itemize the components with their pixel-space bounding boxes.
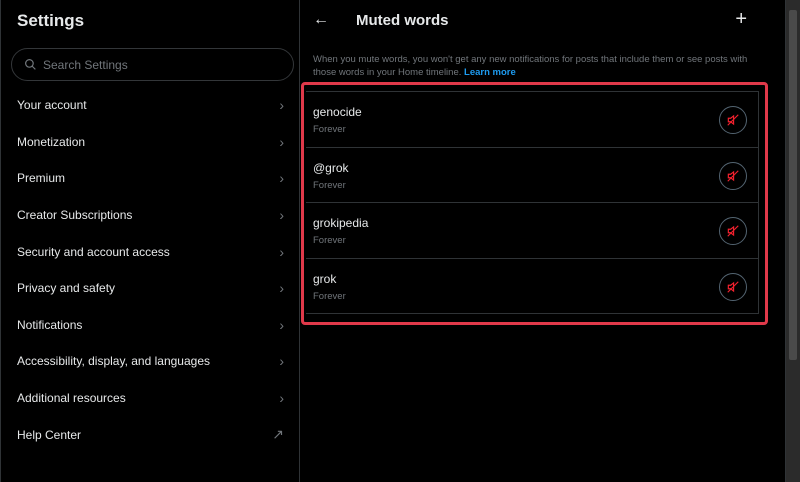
mute-duration: Forever [313, 235, 346, 247]
sidebar-item-creator-subscriptions[interactable]: Creator Subscriptions › [1, 197, 300, 234]
sidebar-item-help-center[interactable]: Help Center ↗ [1, 416, 300, 453]
chevron-right-icon: › [279, 170, 284, 187]
scrollbar-thumb[interactable] [789, 10, 797, 360]
muted-word: genocide [313, 105, 362, 119]
chevron-right-icon: › [279, 243, 284, 260]
sidebar-item-your-account[interactable]: Your account › [1, 87, 300, 124]
sidebar-item-label: Creator Subscriptions [17, 208, 133, 223]
chevron-right-icon: › [279, 280, 284, 297]
sidebar-item-label: Additional resources [17, 391, 126, 406]
sidebar-item-accessibility-display-and-languages[interactable]: Accessibility, display, and languages › [1, 343, 300, 380]
sidebar-item-label: Help Center [17, 427, 82, 442]
sidebar-item-label: Monetization [17, 134, 86, 149]
sidebar-item-label: Premium [17, 171, 66, 186]
chevron-right-icon: › [279, 390, 284, 407]
muted-word: grokipedia [313, 216, 369, 231]
sidebar-item-label: Your account [17, 98, 87, 113]
speaker-muted-icon [727, 281, 739, 293]
external-arrow-icon: ↗ [272, 426, 284, 443]
sidebar-item-label: Privacy and safety [17, 281, 116, 296]
chevron-right-icon: › [279, 207, 284, 224]
sidebar-item-label: Accessibility, display, and languages [17, 354, 210, 369]
sidebar-item-label: Security and account access [17, 244, 170, 259]
search-placeholder: Search Settings [43, 57, 128, 72]
unmute-button[interactable] [719, 217, 747, 246]
sidebar-item-premium[interactable]: Premium › [1, 160, 300, 197]
unmute-button[interactable] [719, 161, 747, 190]
search-settings-input[interactable]: Search Settings [11, 48, 294, 81]
chevron-right-icon: › [279, 97, 284, 114]
muted-words-list: genocide Forever @grok Forever grokipedi… [306, 91, 759, 315]
sidebar-title: Settings [17, 11, 85, 30]
muted-word: @grok [313, 160, 349, 175]
muted-words-panel: ← Muted words + When you mute words, you… [300, 0, 786, 482]
sidebar-item-notifications[interactable]: Notifications › [1, 307, 300, 344]
unmute-button[interactable] [719, 106, 747, 134]
description-text: When you mute words, you won't get any n… [313, 54, 748, 78]
add-muted-word-button[interactable]: + [735, 8, 747, 31]
muted-word-row[interactable]: grokipedia Forever [306, 203, 759, 259]
speaker-muted-icon [727, 169, 739, 182]
description: When you mute words, you won't get any n… [313, 53, 773, 79]
mute-duration: Forever [313, 124, 346, 135]
speaker-muted-icon [727, 114, 739, 126]
search-icon [25, 59, 36, 70]
muted-word: grok [313, 271, 337, 286]
learn-more-link[interactable]: Learn more [464, 67, 516, 78]
chevron-right-icon: › [279, 316, 284, 333]
sidebar-item-additional-resources[interactable]: Additional resources › [1, 380, 300, 417]
sidebar-item-security-and-account-access[interactable]: Security and account access › [1, 233, 300, 270]
speaker-muted-icon [727, 225, 739, 237]
sidebar-item-monetization[interactable]: Monetization › [1, 124, 300, 161]
sidebar-item-label: Notifications [17, 317, 83, 332]
muted-word-row[interactable]: @grok Forever [306, 147, 759, 204]
scrollbar[interactable] [786, 0, 800, 482]
back-arrow-icon[interactable]: ← [313, 11, 329, 29]
sidebar-item-privacy-and-safety[interactable]: Privacy and safety › [1, 270, 300, 307]
muted-word-row[interactable]: grok Forever [306, 258, 759, 315]
muted-word-row[interactable]: genocide Forever [306, 92, 759, 148]
mute-duration: Forever [313, 179, 346, 191]
chevron-right-icon: › [279, 353, 284, 370]
page-title: Muted words [356, 12, 449, 29]
chevron-right-icon: › [279, 133, 284, 150]
mute-duration: Forever [313, 290, 346, 302]
unmute-button[interactable] [719, 272, 747, 301]
settings-sidebar: Settings Search Settings Your account › Mo… [0, 0, 300, 482]
